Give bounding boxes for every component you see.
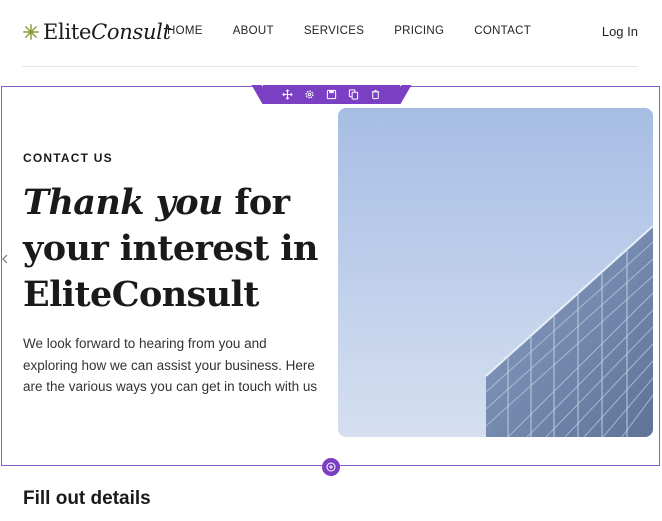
nav-item-home[interactable]: HOME <box>167 25 203 37</box>
settings-button[interactable] <box>302 87 318 103</box>
section-toolbar <box>263 85 400 104</box>
nav-item-services[interactable]: SERVICES <box>304 25 364 37</box>
brand-name: EliteConsult <box>43 20 171 44</box>
brand-name-regular: Elite <box>43 20 92 44</box>
save-button[interactable] <box>324 87 340 103</box>
brand-logo[interactable]: EliteConsult <box>22 20 171 44</box>
header-divider <box>22 66 638 67</box>
headline-line-1: for <box>222 182 290 223</box>
move-button[interactable] <box>280 87 296 103</box>
login-link[interactable]: Log In <box>602 24 638 39</box>
site-header: EliteConsult HOME ABOUT SERVICES PRICING… <box>0 0 662 66</box>
nav-item-contact[interactable]: CONTACT <box>474 25 531 37</box>
brand-name-italic: Consult <box>91 20 171 44</box>
section-eyebrow: CONTACT US <box>23 151 113 165</box>
glass-office-building-image <box>338 108 653 437</box>
add-section-icon <box>326 462 336 472</box>
hero-headline: Thank you for your interest in EliteConsul… <box>23 180 323 318</box>
duplicate-icon <box>348 89 359 100</box>
delete-button[interactable] <box>368 87 384 103</box>
headline-line-3: EliteConsult <box>23 274 259 315</box>
chevron-left-icon <box>1 254 7 264</box>
headline-emphasis: Thank you <box>23 182 223 223</box>
form-section-heading: Fill out details <box>23 488 151 509</box>
add-section-button[interactable] <box>322 458 340 476</box>
delete-icon <box>371 89 380 100</box>
duplicate-button[interactable] <box>346 87 362 103</box>
headline-line-2: your interest in <box>23 228 318 269</box>
sparkle-logo-icon <box>23 24 39 40</box>
main-nav: HOME ABOUT SERVICES PRICING CONTACT <box>167 25 531 37</box>
nav-item-about[interactable]: ABOUT <box>233 25 274 37</box>
previous-arrow[interactable] <box>0 250 9 268</box>
hero-description: We look forward to hearing from you and … <box>23 336 318 394</box>
move-icon <box>282 89 293 100</box>
nav-item-pricing[interactable]: PRICING <box>394 25 444 37</box>
save-icon <box>326 89 337 100</box>
settings-icon <box>305 90 314 99</box>
